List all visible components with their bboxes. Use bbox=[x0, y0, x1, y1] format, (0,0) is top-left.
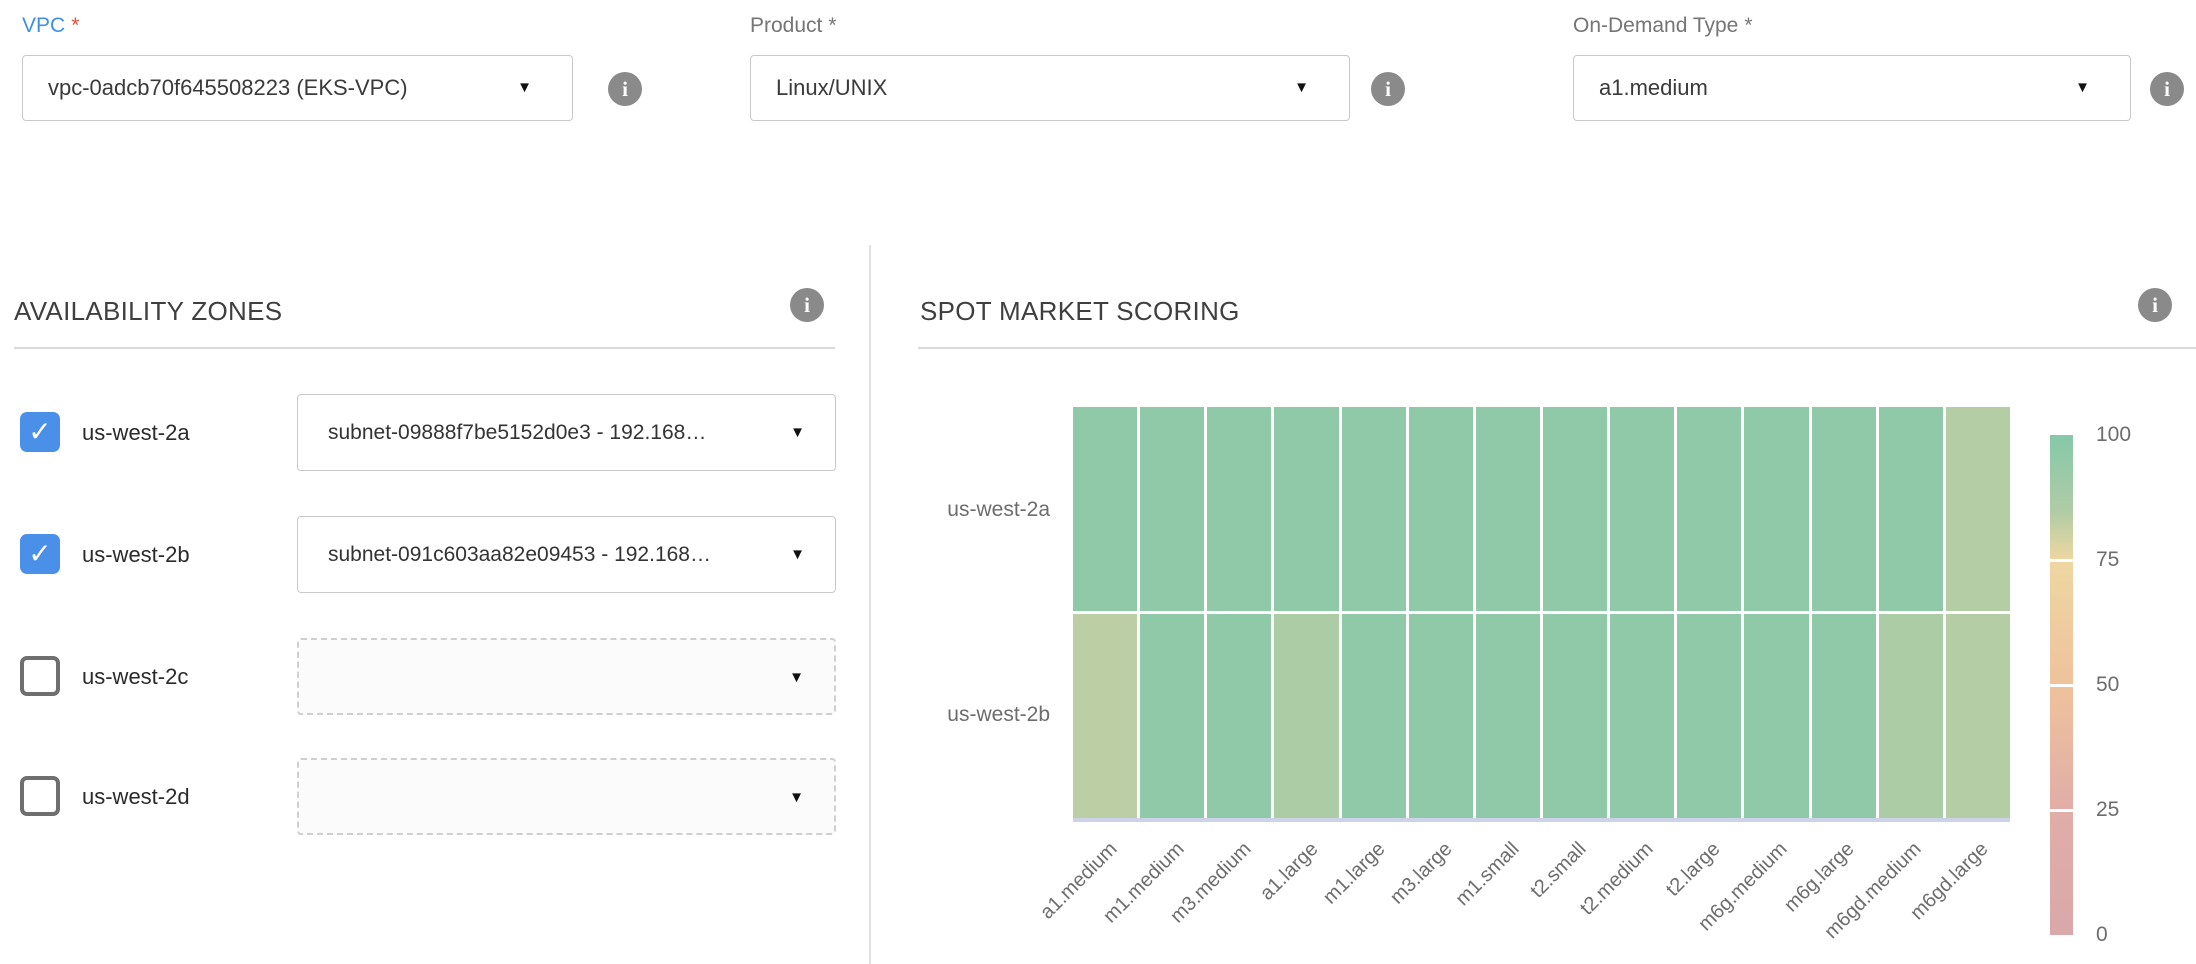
ondemand-type-label-text: On-Demand Type bbox=[1573, 14, 1738, 37]
colorbar-tick-label: 75 bbox=[2096, 547, 2166, 573]
heatmap-cell bbox=[1677, 614, 1741, 818]
heatmap-cell bbox=[1274, 407, 1338, 611]
heatmap-cell bbox=[1946, 407, 2010, 611]
zone-label: us-west-2c bbox=[82, 638, 188, 715]
heatmap-cell bbox=[1879, 614, 1943, 818]
az-row-us-west-2a: ✓ us-west-2a subnet-09888f7be5152d0e3 - … bbox=[0, 394, 860, 471]
heatmap-cell bbox=[1677, 407, 1741, 611]
heatmap-y-axis: us-west-2aus-west-2b bbox=[840, 407, 1050, 818]
heatmap-cell bbox=[1812, 407, 1876, 611]
heatmap-cell bbox=[1610, 614, 1674, 818]
required-asterisk: * bbox=[71, 14, 79, 37]
subnet-select[interactable]: subnet-09888f7be5152d0e3 - 192.168… ▼ bbox=[297, 394, 836, 471]
ondemand-type-select-value: a1.medium bbox=[1599, 56, 1708, 120]
chevron-down-icon: ▼ bbox=[789, 760, 804, 835]
heatmap-cell bbox=[1342, 407, 1406, 611]
spot-configuration-page: VPC * vpc-0adcb70f645508223 (EKS-VPC) ▼ i… bbox=[0, 0, 2196, 964]
vpc-label: VPC * bbox=[22, 14, 79, 38]
required-asterisk: * bbox=[1744, 14, 1752, 37]
ondemand-type-select[interactable]: a1.medium ▼ bbox=[1573, 55, 2131, 121]
heatmap-cell bbox=[1543, 407, 1607, 611]
product-info-icon[interactable]: i bbox=[1371, 72, 1405, 106]
zone-label: us-west-2a bbox=[82, 394, 190, 471]
spot-market-title: SPOT MARKET SCORING bbox=[920, 296, 1240, 327]
vpc-select-value: vpc-0adcb70f645508223 (EKS-VPC) bbox=[48, 56, 408, 120]
heatmap-cell bbox=[1409, 614, 1473, 818]
heatmap-baseline bbox=[1073, 818, 2010, 822]
chevron-down-icon: ▼ bbox=[517, 56, 532, 120]
heatmap-cell bbox=[1409, 407, 1473, 611]
heatmap-cell bbox=[1812, 614, 1876, 818]
heatmap-cell bbox=[1207, 614, 1271, 818]
heatmap-cell bbox=[1476, 614, 1540, 818]
ondemand-info-icon[interactable]: i bbox=[2150, 72, 2184, 106]
chevron-down-icon: ▼ bbox=[789, 640, 804, 715]
heatmap-cell bbox=[1946, 614, 2010, 818]
zone-checkbox[interactable] bbox=[20, 776, 60, 816]
zone-checkbox[interactable] bbox=[20, 656, 60, 696]
zone-label: us-west-2d bbox=[82, 758, 190, 835]
subnet-select[interactable]: subnet-091c603aa82e09453 - 192.168… ▼ bbox=[297, 516, 836, 593]
availability-zones-title: AVAILABILITY ZONES bbox=[14, 296, 282, 327]
vpc-label-text: VPC bbox=[22, 14, 65, 37]
colorbar-tick-gap bbox=[2050, 684, 2073, 687]
spot-market-divider bbox=[918, 347, 2196, 349]
zone-label: us-west-2b bbox=[82, 516, 190, 593]
chevron-down-icon: ▼ bbox=[2075, 56, 2090, 120]
heatmap-cell bbox=[1610, 407, 1674, 611]
heatmap-cell bbox=[1140, 614, 1204, 818]
colorbar-tick-gap bbox=[2050, 559, 2073, 562]
az-row-us-west-2b: ✓ us-west-2b subnet-091c603aa82e09453 - … bbox=[0, 516, 860, 593]
heatmap-cell bbox=[1879, 407, 1943, 611]
heatmap-cell bbox=[1073, 614, 1137, 818]
subnet-select-value: subnet-09888f7be5152d0e3 - 192.168… bbox=[328, 395, 706, 470]
zone-checkbox[interactable]: ✓ bbox=[20, 534, 60, 574]
heatmap-x-label: a1.medium bbox=[986, 838, 1122, 964]
product-select[interactable]: Linux/UNIX ▼ bbox=[750, 55, 1350, 121]
chevron-down-icon: ▼ bbox=[790, 395, 805, 470]
heatmap-cell bbox=[1744, 614, 1808, 818]
heatmap-y-label: us-west-2b bbox=[840, 613, 1050, 819]
colorbar-tick-label: 50 bbox=[2096, 672, 2166, 698]
colorbar-tick-gap bbox=[2050, 809, 2073, 812]
product-select-value: Linux/UNIX bbox=[776, 56, 887, 120]
spot-market-info-icon[interactable]: i bbox=[2138, 288, 2172, 322]
subnet-select[interactable]: ▼ bbox=[297, 638, 836, 715]
ondemand-type-label: On-Demand Type * bbox=[1573, 14, 1753, 38]
colorbar-tick-label: 25 bbox=[2096, 797, 2166, 823]
product-label: Product * bbox=[750, 14, 837, 38]
heatmap-cell bbox=[1073, 407, 1137, 611]
az-row-us-west-2d: us-west-2d ▼ bbox=[0, 758, 860, 835]
heatmap-y-label: us-west-2a bbox=[840, 407, 1050, 613]
heatmap-cell bbox=[1476, 407, 1540, 611]
heatmap-cell bbox=[1342, 614, 1406, 818]
heatmap-cell bbox=[1140, 407, 1204, 611]
az-row-us-west-2c: us-west-2c ▼ bbox=[0, 638, 860, 715]
zone-checkbox[interactable]: ✓ bbox=[20, 412, 60, 452]
colorbar-tick-label: 100 bbox=[2096, 422, 2166, 448]
product-label-text: Product bbox=[750, 14, 822, 37]
heatmap-cell bbox=[1207, 407, 1271, 611]
heatmap-cell bbox=[1744, 407, 1808, 611]
vpc-info-icon[interactable]: i bbox=[608, 72, 642, 106]
vpc-select[interactable]: vpc-0adcb70f645508223 (EKS-VPC) ▼ bbox=[22, 55, 573, 121]
chevron-down-icon: ▼ bbox=[1294, 56, 1309, 120]
heatmap-cell bbox=[1274, 614, 1338, 818]
subnet-select-value: subnet-091c603aa82e09453 - 192.168… bbox=[328, 517, 711, 592]
subnet-select[interactable]: ▼ bbox=[297, 758, 836, 835]
chevron-down-icon: ▼ bbox=[790, 517, 805, 592]
availability-zones-info-icon[interactable]: i bbox=[790, 288, 824, 322]
availability-zones-divider bbox=[14, 347, 835, 349]
heatmap-cell bbox=[1543, 614, 1607, 818]
required-asterisk: * bbox=[828, 14, 836, 37]
colorbar-tick-label: 0 bbox=[2096, 922, 2166, 948]
heatmap bbox=[1073, 407, 2010, 818]
